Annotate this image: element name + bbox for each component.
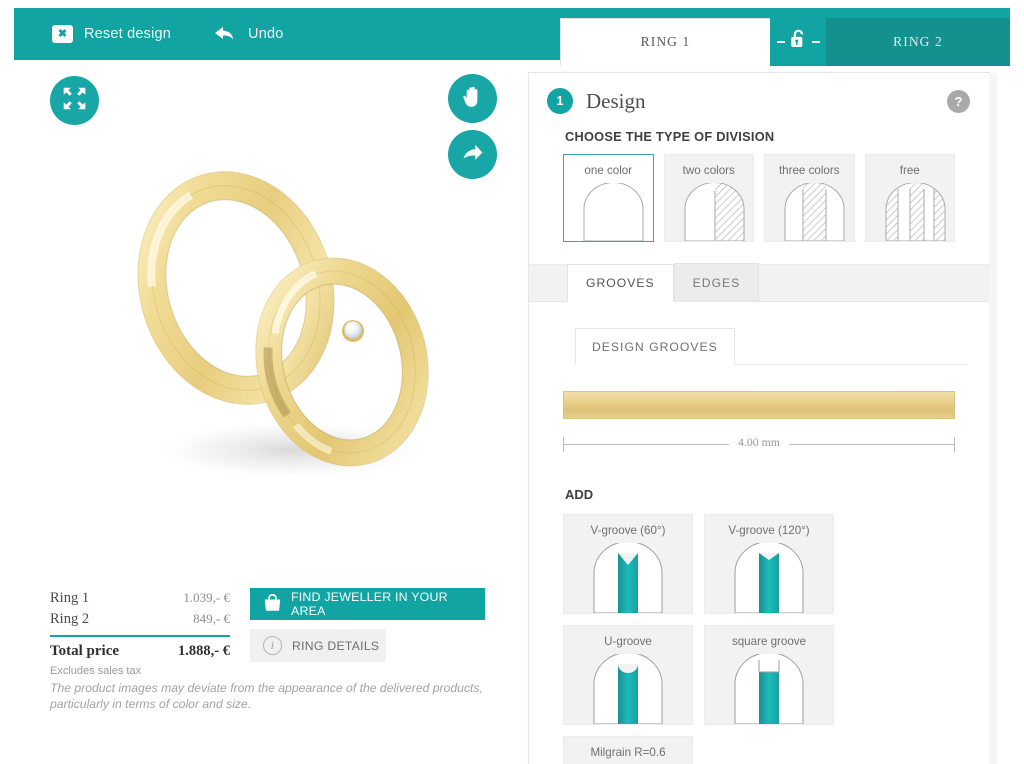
product-viewer: Ring 1 1.039,- € Ring 2 849,- € Total pr… (14, 60, 530, 764)
tab-ring-1[interactable]: RING 1 (560, 18, 770, 66)
division-option-free[interactable]: free (864, 154, 955, 242)
tab-edges-label: EDGES (692, 275, 741, 290)
find-jeweller-button[interactable]: FIND JEWELLER IN YOUR AREA (250, 588, 485, 620)
groove-profile-diagram (734, 654, 804, 724)
groove-option-label: Milgrain R=0.6 (590, 746, 666, 759)
lock-dash-left (776, 41, 785, 43)
groove-option-u-groove[interactable]: U-groove (563, 625, 693, 725)
page-title: Design (586, 88, 646, 113)
reset-design-label: Reset design (84, 26, 172, 42)
tab-ring-2-label: RING 2 (893, 34, 943, 49)
tab-grooves-label: GROOVES (586, 276, 655, 290)
close-x-icon: ✖ (52, 25, 73, 43)
design-panel: 1 Design ? CHOOSE THE TYPE OF DIVISION o… (528, 72, 997, 764)
rotate-arrow-icon (459, 139, 486, 171)
division-option-two-colors[interactable]: two colors (663, 154, 754, 242)
groove-option-label: V-groove (60°) (590, 524, 666, 537)
groove-option-milgrain[interactable]: Milgrain R=0.6 (563, 736, 693, 764)
ring-tabs: RING 1 RING 2 (560, 8, 1010, 66)
ring-profile-diagram (885, 183, 945, 241)
price-row-name: Ring 2 (50, 611, 90, 627)
undo-arrow-icon (213, 25, 237, 43)
undo-button[interactable]: Undo (213, 25, 283, 43)
band-width-value: 4.00 mm (729, 435, 789, 450)
ring-details-button[interactable]: i RING DETAILS (250, 629, 386, 662)
undo-label: Undo (248, 26, 284, 42)
question-mark-icon[interactable]: ? (947, 90, 970, 113)
price-row-value: 849,- € (193, 611, 230, 626)
division-option-one-color[interactable]: one color (563, 154, 654, 242)
link-rings-toggle[interactable] (770, 18, 826, 66)
tab-ring-2[interactable]: RING 2 (826, 18, 1010, 66)
price-row-ring-1: Ring 1 1.039,- € (50, 588, 230, 609)
price-row-total: Total price 1.888,- € (50, 641, 230, 662)
fullscreen-button[interactable] (50, 76, 99, 125)
groove-option-v-groove-120[interactable]: V-groove (120°) (704, 514, 834, 614)
panel-subtabs: GROOVES EDGES (529, 263, 989, 302)
division-option-label: free (899, 164, 920, 177)
groove-option-square-groove[interactable]: square groove (704, 625, 834, 725)
division-option-three-colors[interactable]: three colors (764, 154, 855, 242)
tab-design-grooves-label: DESIGN GROOVES (592, 340, 718, 354)
price-summary: Ring 1 1.039,- € Ring 2 849,- € Total pr… (50, 588, 230, 677)
shopping-bag-icon (263, 593, 282, 615)
ring-profile-diagram (784, 183, 845, 241)
ring-profile-diagram (583, 183, 644, 241)
design-grooves-tabrow: DESIGN GROOVES (529, 328, 989, 365)
division-option-label: one color (584, 164, 633, 177)
groove-profile-diagram (734, 543, 804, 613)
panel-scroll-edge[interactable] (989, 73, 997, 764)
hand-pan-icon (460, 83, 485, 115)
ruler-cap-right (954, 437, 955, 452)
info-icon: i (263, 636, 282, 655)
open-padlock-icon (789, 28, 808, 56)
price-row-value: 1.039,- € (183, 590, 230, 605)
groove-option-label: V-groove (120°) (728, 524, 810, 537)
price-row-ring-2: Ring 2 849,- € (50, 609, 230, 630)
tab-design-grooves[interactable]: DESIGN GROOVES (575, 328, 735, 365)
lock-dash-right (811, 41, 820, 43)
tab-grooves[interactable]: GROOVES (567, 264, 674, 302)
design-panel-header: 1 Design ? (529, 73, 989, 129)
ring-band-preview[interactable] (563, 391, 955, 419)
rotate-view-button[interactable] (448, 130, 497, 179)
groove-options: V-groove (60°) V-groove (120°) U-groove … (529, 502, 989, 764)
division-option-label: two colors (682, 164, 735, 177)
product-disclaimer: The product images may deviate from the … (50, 681, 483, 711)
groove-option-label: square groove (731, 635, 807, 648)
ring-configurator-app: ✖ Reset design Undo RING 1 RING 2 Ring 1… (0, 0, 1024, 764)
step-number-badge: 1 (547, 88, 573, 114)
groove-profile-diagram (593, 654, 663, 724)
ring-details-label: RING DETAILS (292, 638, 380, 653)
price-row-name: Ring 1 (50, 590, 90, 606)
division-section-label: CHOOSE THE TYPE OF DIVISION (565, 129, 775, 144)
pan-rotate-button[interactable] (448, 74, 497, 123)
groove-profile-diagram (593, 543, 663, 613)
reset-design-button[interactable]: ✖ Reset design (52, 25, 171, 43)
tab-edges[interactable]: EDGES (673, 263, 760, 301)
total-price-value: 1.888,- € (178, 643, 230, 659)
tabrow-filler (734, 364, 967, 365)
price-divider (50, 635, 230, 637)
fullscreen-expand-icon (61, 85, 88, 117)
add-section-label: ADD (565, 487, 594, 502)
groove-option-v-groove-60[interactable]: V-groove (60°) (563, 514, 693, 614)
ruler-cap-left (563, 437, 564, 452)
ring-profile-diagram (684, 183, 744, 241)
total-price-label: Total price (50, 643, 120, 659)
band-width-ruler: 4.00 mm (563, 435, 955, 453)
division-options: one color two colors three colors free (529, 154, 989, 242)
tax-note: Excludes sales tax (50, 665, 142, 677)
ring-pair-image (137, 171, 432, 480)
division-option-label: three colors (778, 164, 840, 177)
groove-option-label: U-groove (604, 635, 652, 648)
find-jeweller-label: FIND JEWELLER IN YOUR AREA (291, 590, 448, 618)
tab-ring-1-label: RING 1 (640, 34, 691, 49)
